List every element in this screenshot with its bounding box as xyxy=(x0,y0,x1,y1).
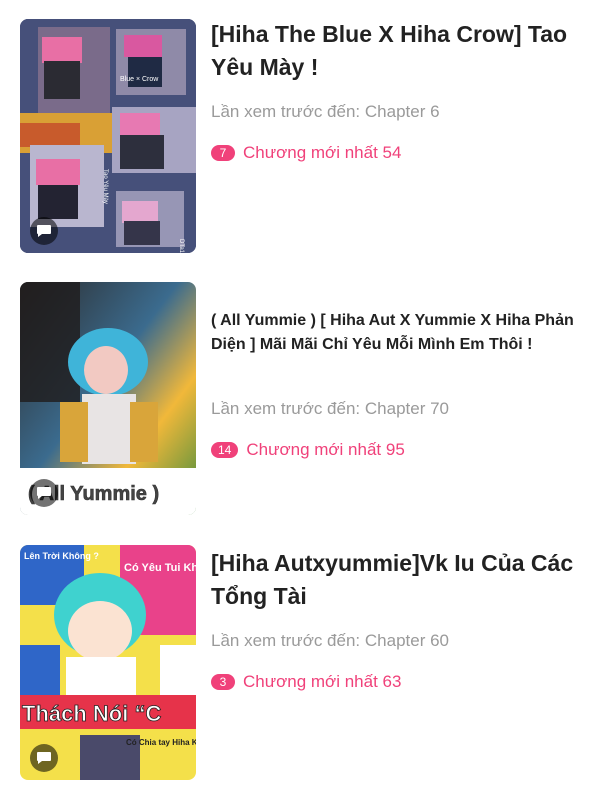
latest-chapter-label: Chương mới nhất 95 xyxy=(246,440,405,459)
story-item[interactable]: ( All Yummie ) ( All Yummie ) [ Hiha Aut… xyxy=(0,275,600,530)
story-title[interactable]: [Hiha The Blue X Hiha Crow] Tao Yêu Mày … xyxy=(211,18,586,84)
latest-chapter[interactable]: 14 Chương mới nhất 95 xyxy=(211,440,405,460)
new-chapters-badge: 3 xyxy=(211,674,235,690)
story-title[interactable]: [Hiha Autxyummie]Vk Iu Của Các Tổng Tài xyxy=(211,547,586,613)
last-read: Lần xem trước đến: Chapter 6 xyxy=(211,102,440,122)
cover-caption: Lên Trời Không ? xyxy=(24,551,99,561)
story-list: Blue × Crow DTa1 ★ Tao Yêu Mày [Hiha The… xyxy=(0,0,600,796)
last-read: Lần xem trước đến: Chapter 70 xyxy=(211,399,449,419)
cover-caption-4: Có Chia tay Hiha Không xyxy=(126,738,196,747)
story-item[interactable]: Lên Trời Không ? Có Yêu Tui Không Thách … xyxy=(0,535,600,796)
latest-chapter-label: Chương mới nhất 54 xyxy=(243,143,402,162)
last-read-chapter: Chapter 60 xyxy=(364,631,450,650)
last-read-label: Lần xem trước đến: xyxy=(211,102,361,121)
last-read: Lần xem trước đến: Chapter 60 xyxy=(211,631,449,651)
last-read-chapter: Chapter 6 xyxy=(364,102,440,121)
cover-caption-3: Thách Nói “C xyxy=(22,701,161,726)
new-chapters-badge: 7 xyxy=(211,145,235,161)
chat-bubble-icon xyxy=(30,744,58,772)
story-cover[interactable]: Lên Trời Không ? Có Yêu Tui Không Thách … xyxy=(20,545,196,780)
new-chapters-badge: 14 xyxy=(211,442,239,458)
latest-chapter[interactable]: 3 Chương mới nhất 63 xyxy=(211,672,401,692)
cover-caption-2: Có Yêu Tui Không xyxy=(124,562,196,574)
story-cover[interactable]: Blue × Crow DTa1 ★ Tao Yêu Mày xyxy=(20,19,196,253)
cover-caption-2: Tao Yêu Mày xyxy=(102,169,108,204)
story-item[interactable]: Blue × Crow DTa1 ★ Tao Yêu Mày [Hiha The… xyxy=(0,0,600,260)
story-cover[interactable]: ( All Yummie ) xyxy=(20,282,196,515)
latest-chapter[interactable]: 7 Chương mới nhất 54 xyxy=(211,143,401,163)
cover-caption: Blue × Crow xyxy=(120,76,159,83)
chat-bubble-icon xyxy=(30,217,58,245)
svg-text:DTa1 ★: DTa1 ★ xyxy=(178,239,185,253)
last-read-label: Lần xem trước đến: xyxy=(211,399,361,418)
story-title[interactable]: ( All Yummie ) [ Hiha Aut X Yummie X Hih… xyxy=(211,309,586,357)
last-read-chapter: Chapter 70 xyxy=(364,399,450,418)
chat-bubble-icon xyxy=(30,479,58,507)
latest-chapter-label: Chương mới nhất 63 xyxy=(243,672,402,691)
last-read-label: Lần xem trước đến: xyxy=(211,631,361,650)
